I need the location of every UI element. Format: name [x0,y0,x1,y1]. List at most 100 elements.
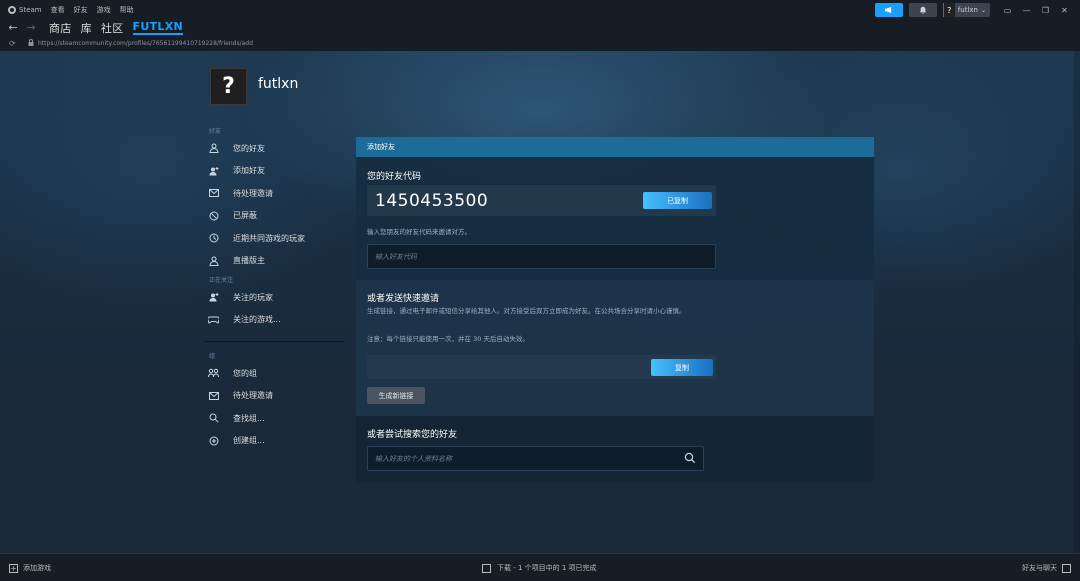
add-game-label: 添加游戏 [23,564,51,572]
envelope-icon [208,390,219,401]
sidebar-item-recent-players[interactable]: 近期共同游戏的玩家 [204,227,346,250]
quick-invite-title: 或者发送快速邀请 [367,294,440,304]
bell-icon [919,6,926,14]
megaphone-icon [885,6,892,14]
menu-games[interactable]: 游戏 [97,5,111,15]
url-bar: ⟳ https://steamcommunity.com/profiles/76… [0,36,1080,51]
menu-steam-label: Steam [19,5,42,14]
sidebar-item-label: 直播版主 [233,256,265,266]
search-friends-title: 或者尝试搜索您的好友 [367,430,458,440]
copied-button[interactable]: 已复制 [643,192,712,209]
account-name: futlxn [957,6,978,14]
blocked-icon [208,210,219,221]
section-following: 正在关注 [209,277,234,284]
person-icon [208,255,219,266]
menu-steam[interactable]: Steam [8,5,42,14]
person-icon [208,143,219,154]
friend-code-input[interactable]: 输入好友代码 [367,244,716,269]
search-icon[interactable] [684,452,696,464]
menu-view[interactable]: 查看 [51,5,65,15]
tab-profile[interactable]: FUTLXN [132,20,183,35]
sidebar-item-label: 您的好友 [233,143,265,153]
clock-icon [208,233,219,244]
minimize-icon[interactable]: — [1017,6,1036,15]
tab-community[interactable]: 社区 [101,20,124,36]
friend-code-title: 您的好友代码 [367,172,422,182]
add-friend-panel: 添加好友 您的好友代码 1450453500 已复制 输入您朋友的好友代码来邀请… [356,137,874,482]
notifications-button[interactable] [908,3,937,17]
maximize-icon[interactable]: ❐ [1036,6,1055,15]
sidebar-item-followed-games[interactable]: 关注的游戏... [204,309,346,332]
group-icon [208,368,219,379]
account-menu[interactable]: ? futlxn ⌄ [942,3,990,17]
sidebar-item-label: 待处理邀请 [233,188,273,198]
sidebar-item-create-group[interactable]: 创建组... [204,430,346,453]
tab-library[interactable]: 库 [81,20,92,36]
account-avatar: ? [942,3,955,17]
url-text[interactable]: https://steamcommunity.com/profiles/7656… [38,40,253,47]
quick-invite-note: 注意：每个链接只能使用一次，并在 30 天后自动失效。 [367,335,529,343]
menu-help[interactable]: 帮助 [120,5,134,15]
back-arrow-icon[interactable]: ← [4,21,22,34]
sidebar-item-blocked[interactable]: 已屏蔽 [204,205,346,228]
add-game-button[interactable]: + 添加游戏 [9,563,51,573]
download-status-text: 下载 - 1 个项目中的 1 项已完成 [497,564,597,572]
sidebar-item-label: 待处理邀请 [233,391,273,401]
profile-avatar[interactable]: ? [210,68,247,105]
chat-icon [1062,563,1071,573]
sidebar-divider [204,341,344,342]
sidebar-item-pending-invites[interactable]: 待处理邀请 [204,182,346,205]
panel-header: 添加好友 [356,137,874,157]
sidebar-item-label: 您的组 [233,368,257,378]
sidebar-item-label: 关注的玩家 [233,292,273,302]
big-picture-icon[interactable]: ▭ [998,6,1017,15]
search-friends-input[interactable]: 输入好友的个人资料名称 [367,446,704,471]
tab-store[interactable]: 商店 [49,20,72,36]
friends-sidebar: 好友 您的好友 添加好友 待处理邀请 已屏蔽 近期共同游戏的玩家 直播版主 正在… [204,127,346,452]
sidebar-item-your-friends[interactable]: 您的好友 [204,137,346,160]
friends-chat-button[interactable]: 好友与聊天 [1022,563,1071,573]
announcements-button[interactable] [874,3,903,17]
title-bar: Steam 查看 好友 游戏 帮助 ? futlxn ⌄ ▭ — ❐ ✕ [0,0,1080,19]
sidebar-item-label: 关注的游戏... [233,315,281,325]
download-icon [482,563,491,573]
forward-arrow-icon[interactable]: → [22,21,40,34]
download-status[interactable]: 下载 - 1 个项目中的 1 项已完成 [482,563,597,573]
sidebar-item-followed-players[interactable]: 关注的玩家 [204,286,346,309]
menu-bar: Steam 查看 好友 游戏 帮助 [0,0,143,19]
steam-logo-icon [8,5,16,14]
title-bar-controls: ? futlxn ⌄ ▭ — ❐ ✕ [874,3,1074,17]
search-placeholder: 输入好友的个人资料名称 [375,454,452,463]
sidebar-item-label: 已屏蔽 [233,211,257,221]
add-person-icon [208,165,219,176]
menu-friends[interactable]: 好友 [74,5,88,15]
close-icon[interactable]: ✕ [1055,6,1074,15]
friends-chat-label: 好友与聊天 [1022,564,1057,572]
followed-person-icon [208,292,219,303]
sidebar-item-add-friend[interactable]: 添加好友 [204,160,346,183]
sidebar-item-label: 添加好友 [233,166,265,176]
friend-code-hint: 输入您朋友的好友代码来邀请对方。 [367,228,471,236]
section-groups: 组 [209,353,216,360]
reload-icon[interactable]: ⟳ [9,39,23,48]
sidebar-item-label: 查找组... [233,413,265,423]
gamepad-icon [208,314,219,325]
panel-header-title: 添加好友 [367,143,395,151]
quick-invite-description: 生成链接，通过电子邮件或短信分享给其他人。对方接受后双方立即成为好友。在公共场合… [367,307,686,315]
search-friends-section: 或者尝试搜索您的好友 输入好友的个人资料名称 [356,416,874,482]
lock-icon [28,39,34,48]
profile-name[interactable]: futlxn [258,76,298,92]
magnifier-icon [208,413,219,424]
sidebar-item-label: 近期共同游戏的玩家 [233,233,305,243]
quick-invite-section: 或者发送快速邀请 生成链接，通过电子邮件或短信分享给其他人。对方接受后双方立即成… [356,280,874,416]
generate-link-button[interactable]: 生成新链接 [367,387,425,404]
sidebar-item-broadcast-moderators[interactable]: 直播版主 [204,250,346,273]
copy-link-button[interactable]: 复制 [651,359,713,376]
sidebar-item-find-groups[interactable]: 查找组... [204,407,346,430]
nav-bar: ← → 商店 库 社区 FUTLXN [0,19,1080,36]
sidebar-item-your-groups[interactable]: 您的组 [204,362,346,385]
sidebar-item-group-invites[interactable]: 待处理邀请 [204,385,346,408]
scrollbar[interactable] [1074,51,1080,553]
section-friends: 好友 [209,128,222,135]
friend-code-value[interactable]: 1450453500 [375,191,488,211]
